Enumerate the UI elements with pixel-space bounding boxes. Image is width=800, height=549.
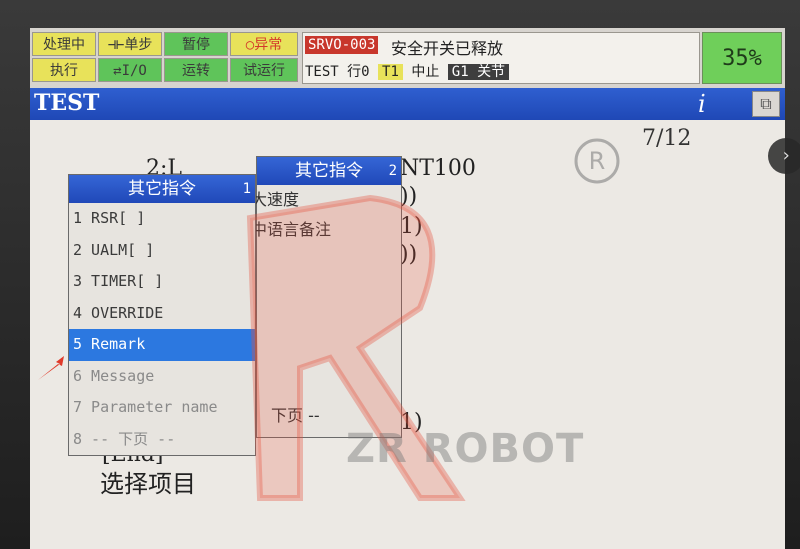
program-line[interactable]: ))	[400, 184, 417, 209]
menu2-item[interactable]: 大速度	[251, 185, 401, 215]
registered-icon: R	[574, 138, 620, 184]
watermark-text: ZR ROBOT	[346, 426, 585, 472]
menu1-item[interactable]: 2 UALM[ ]	[69, 235, 255, 267]
mode-badge: T1	[378, 64, 403, 80]
status-info-panel: SRVO-003 安全开关已释放 TEST 行0 T1 中止 G1 关节	[302, 32, 700, 84]
info-icon[interactable]: i	[698, 90, 706, 118]
other-instr-menu-page2: 其它指令 2 大速度 中语言备注 下页 --	[251, 156, 402, 438]
maximize-icon[interactable]: ⧉	[752, 91, 780, 117]
program-line[interactable]: NT100	[400, 156, 476, 181]
page-title: TEST	[34, 90, 100, 116]
menu1-item[interactable]: 8 -- 下页 --	[69, 424, 255, 456]
program-name: TEST	[305, 64, 339, 80]
step-icon: ⊣⊢	[107, 37, 125, 53]
status-run: 执行	[32, 58, 96, 82]
menu2-page: 2	[388, 163, 397, 179]
program-line[interactable]: ))	[400, 242, 417, 267]
menu1-item[interactable]: 6 Message	[69, 361, 255, 393]
prompt-text: 选择项目	[100, 470, 196, 498]
menu1-item[interactable]: 4 OVERRIDE	[69, 298, 255, 330]
group-badge: G1 关节	[447, 64, 510, 80]
status-io[interactable]: ⇄I/O	[98, 58, 162, 82]
status-io-label: I/O	[121, 63, 147, 79]
svg-text:R: R	[589, 147, 606, 175]
status-tcyc: 试运行	[230, 58, 298, 82]
other-instr-menu-page1: 其它指令 1 1 RSR[ ] 2 UALM[ ] 3 TIMER[ ] 4 OVER…	[68, 174, 256, 456]
status-step[interactable]: ⊣⊢单步	[98, 32, 162, 56]
status-fault: ○异常	[230, 32, 298, 56]
status-step-label: 单步	[124, 37, 153, 53]
status-bar: 处理中 ⊣⊢单步 暂停 ○异常 执行 ⇄I/O 运转 试运行 SRVO-003 …	[30, 28, 785, 88]
menu1-item[interactable]: 1 RSR[ ]	[69, 203, 255, 235]
menu2-title: 其它指令	[295, 161, 363, 181]
teach-pendant-screen: 处理中 ⊣⊢单步 暂停 ○异常 执行 ⇄I/O 运转 试运行 SRVO-003 …	[30, 28, 785, 549]
speed-override[interactable]: 35%	[702, 32, 782, 84]
line-count: 7/12	[642, 126, 692, 151]
program-line[interactable]: 1)	[400, 214, 423, 239]
coord-label: 关节	[477, 64, 506, 80]
menu2-next-page[interactable]: 下页 --	[271, 401, 320, 431]
pointer-arrow-icon	[38, 356, 64, 380]
status-busy: 处理中	[32, 32, 96, 56]
menu2-item[interactable]: 中语言备注	[251, 215, 401, 245]
alarm-icon: ○	[245, 37, 255, 53]
io-icon: ⇄	[113, 63, 122, 79]
status-hold: 暂停	[164, 32, 228, 56]
status-prod: 运转	[164, 58, 228, 82]
menu1-header: 其它指令 1	[69, 175, 255, 203]
menu1-page: 1	[242, 181, 251, 197]
chevron-right-icon[interactable]: ›	[768, 138, 800, 174]
menu1-list: 1 RSR[ ] 2 UALM[ ] 3 TIMER[ ] 4 OVERRIDE 5 R…	[69, 203, 255, 455]
run-state: 中止	[411, 64, 440, 80]
title-bar: TEST i ⧉	[30, 88, 785, 120]
status-fault-label: 异常	[254, 37, 283, 53]
menu2-header: 其它指令 2	[257, 157, 401, 185]
menu1-title: 其它指令	[128, 179, 196, 199]
alarm-message: 安全开关已释放	[391, 39, 504, 58]
alarm-code: SRVO-003	[305, 36, 379, 54]
menu1-item[interactable]: 7 Parameter name	[69, 392, 255, 424]
group-label: G1	[451, 64, 469, 80]
menu1-item[interactable]: 5 Remark	[69, 329, 255, 361]
menu1-item[interactable]: 3 TIMER[ ]	[69, 266, 255, 298]
program-state-line: TEST 行0 T1 中止 G1 关节	[305, 61, 510, 81]
line-number: 行0	[347, 64, 370, 80]
